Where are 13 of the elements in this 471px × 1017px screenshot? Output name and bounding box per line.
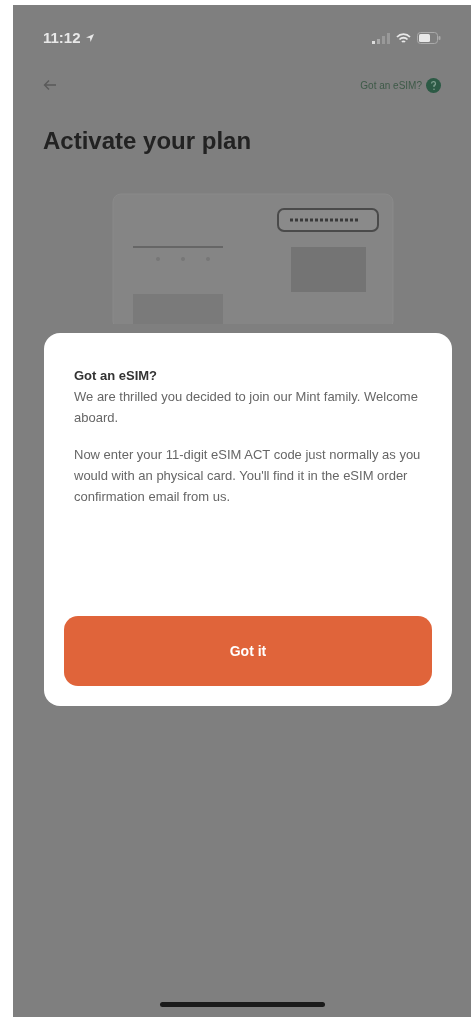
back-arrow-icon[interactable] <box>43 79 57 91</box>
battery-icon <box>417 32 441 45</box>
wifi-icon <box>396 32 411 44</box>
dialog-title: Got an eSIM? <box>73 367 159 385</box>
signal-icon <box>372 32 390 44</box>
got-it-button[interactable]: Got it <box>64 616 432 686</box>
dialog-message: We are thrilled you decided to join our Mint family. Welcome aboard. <box>73 387 419 427</box>
location-arrow-icon <box>84 33 95 44</box>
page-title: Activate your plan <box>42 125 253 156</box>
status-time: 11:12 <box>43 28 81 48</box>
dialog-message: Now enter your 11-digit eSIM ACT code just normally as you would with an physical card. You'll find it in the eSIM order confirmation email from us. <box>73 445 422 506</box>
help-icon[interactable] <box>426 77 441 93</box>
got-esim-link[interactable]: Got an eSIM? <box>360 77 422 93</box>
